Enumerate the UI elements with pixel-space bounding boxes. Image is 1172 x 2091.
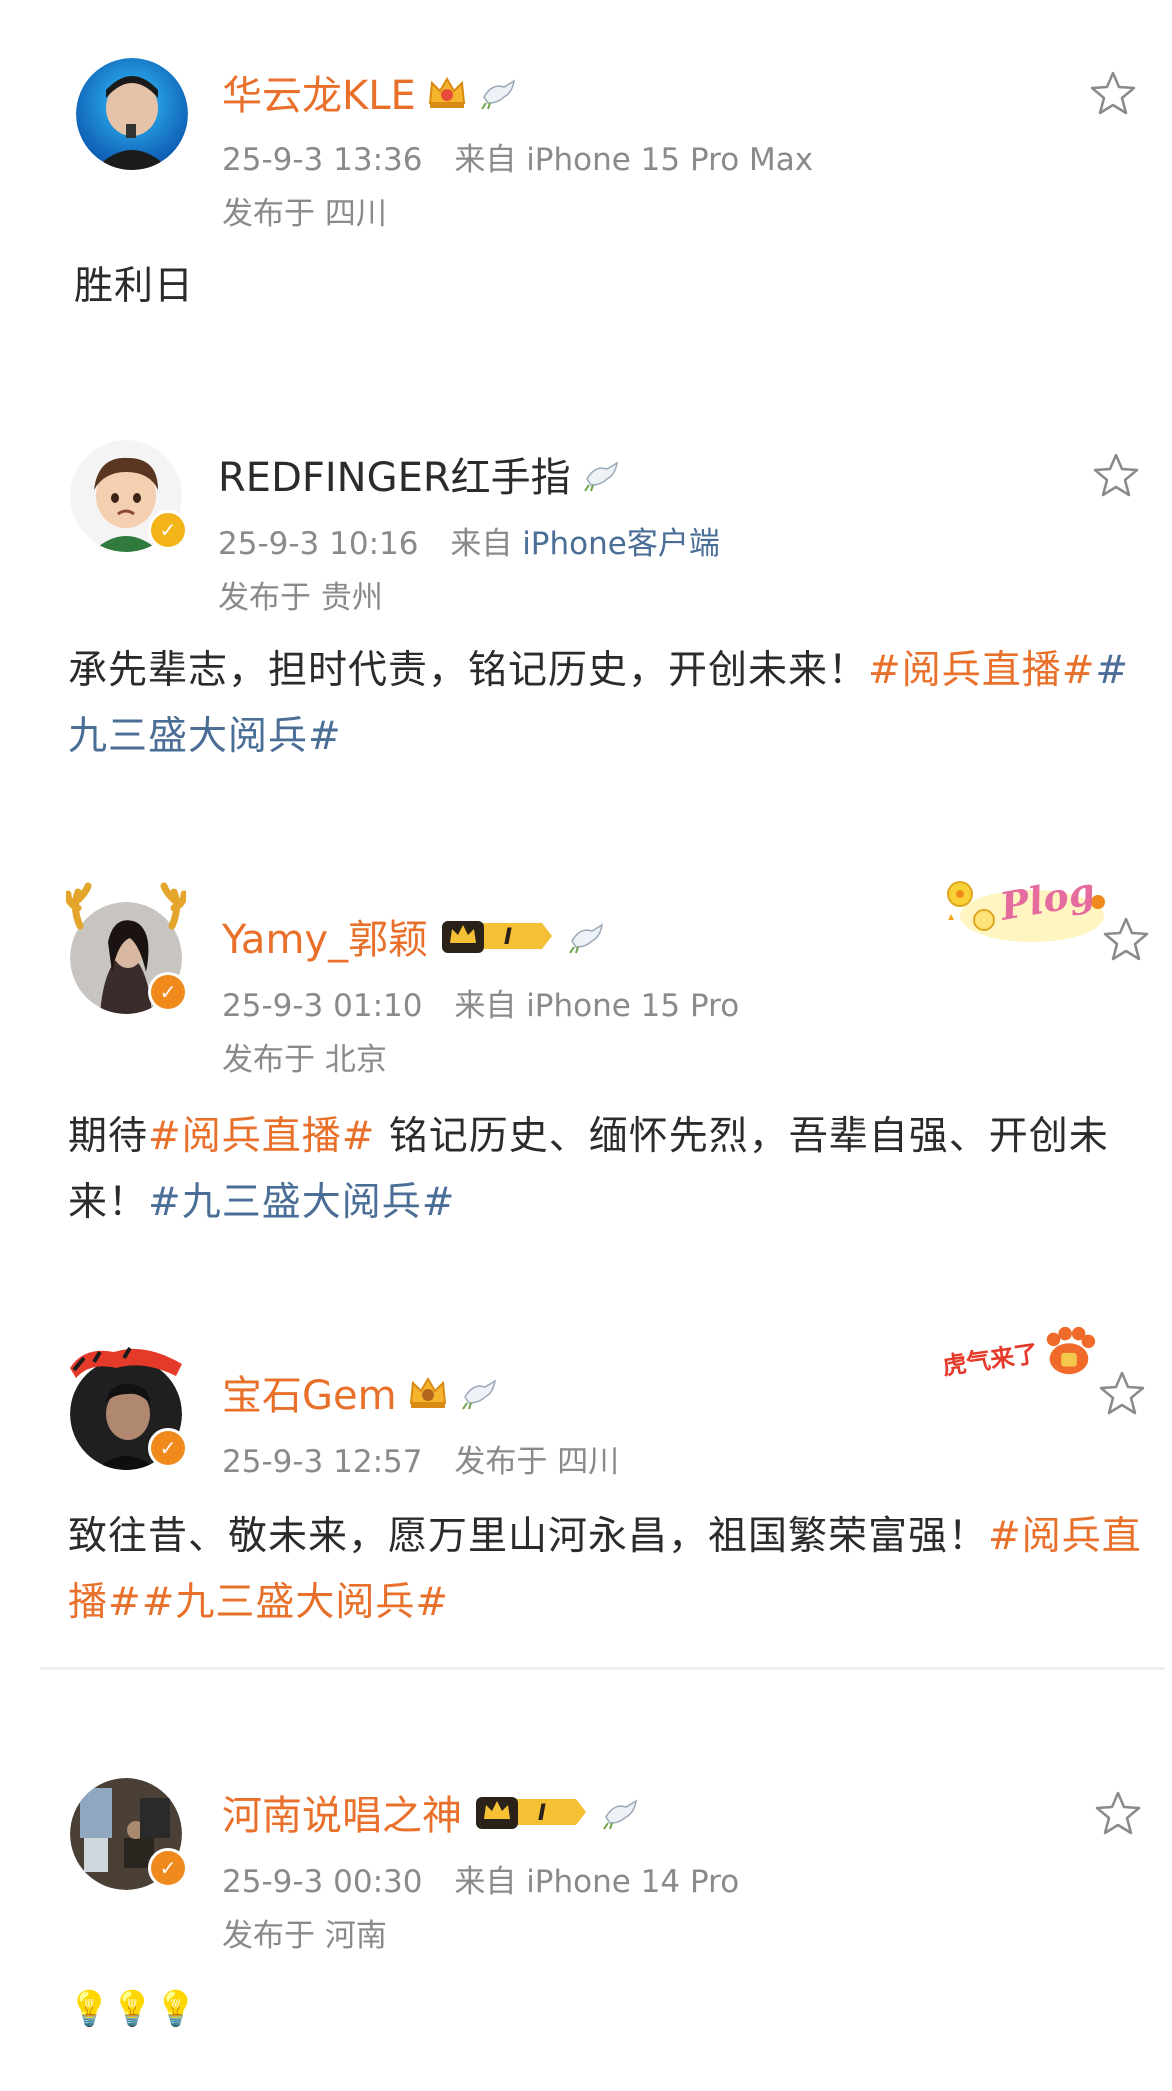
location-prefix: 发布于 (222, 1042, 315, 1078)
source-prefix: 来自 (454, 1864, 517, 1900)
topic-link[interactable]: #阅兵直播# (868, 648, 1095, 693)
tiger-sticker: 虎气来了 (940, 1322, 1100, 1386)
post-text: 致往昔、敬未来，愿万里山河永昌，祖国繁荣富强！ (68, 1514, 989, 1559)
star-icon[interactable] (1100, 914, 1152, 966)
post-time: 25-9-3 10:16 (218, 526, 419, 562)
divider (40, 1667, 1165, 1670)
verified-icon: ✓ (148, 972, 188, 1012)
user-row-3: Yamy_郭颖 I (222, 906, 608, 966)
user-row-1: 华云龙KLE (222, 62, 520, 122)
sticker-text: 虎气来了 (940, 1339, 1040, 1381)
crown-badge-icon[interactable] (407, 1373, 449, 1411)
post-location-3: 发布于 北京 (222, 1034, 387, 1079)
avatar-5[interactable]: ✓ (70, 1778, 188, 1890)
post-source: iPhone 15 Pro (526, 988, 740, 1024)
vip-level: I (538, 1801, 546, 1826)
plog-sticker: Plog (940, 868, 1110, 948)
topic-link[interactable]: #九三盛大阅兵# (148, 1180, 455, 1225)
star-icon[interactable] (1096, 1368, 1148, 1420)
star-icon[interactable] (1090, 450, 1142, 502)
star-icon[interactable] (1087, 68, 1139, 120)
source-prefix: 来自 (454, 142, 517, 178)
location-prefix: 发布于 (454, 1444, 548, 1480)
user-row-5: 河南说唱之神 I (222, 1782, 642, 1842)
verified-icon: ✓ (148, 1428, 188, 1468)
avatar-1[interactable] (76, 58, 188, 170)
star-icon[interactable] (1092, 1788, 1144, 1840)
topic-link[interactable]: #阅兵直播# (148, 1114, 375, 1159)
location: 河南 (324, 1918, 387, 1954)
location: 四川 (324, 196, 387, 232)
verified-icon: ✓ (148, 1848, 188, 1888)
username[interactable]: 宝石Gem (222, 1363, 397, 1421)
dove-badge-icon[interactable] (600, 1793, 642, 1831)
post-text: 胜利日 (74, 264, 195, 309)
dove-badge-icon[interactable] (459, 1373, 501, 1411)
vip-level: I (504, 925, 512, 950)
verified-icon: ✓ (148, 510, 188, 550)
post-text: 承先辈志，担时代责，铭记历史，开创未来！ (68, 648, 869, 693)
username[interactable]: 河南说唱之神 (222, 1783, 462, 1841)
post-meta-4: 25-9-3 12:57 发布于 四川 (222, 1436, 619, 1481)
antler-decoration-icon (66, 882, 186, 930)
post-source: iPhone 14 Pro (526, 1864, 740, 1900)
username[interactable]: Yamy_郭颖 (222, 907, 428, 965)
avatar-4[interactable]: ✓ (70, 1346, 188, 1470)
dove-badge-icon[interactable] (478, 73, 520, 111)
post-text: 期待 (68, 1114, 149, 1159)
post-time: 25-9-3 00:30 (222, 1864, 423, 1900)
avatar-2[interactable]: ✓ (70, 440, 188, 552)
post-text-4: 致往昔、敬未来，愿万里山河永昌，祖国繁荣富强！#阅兵直播##九三盛大阅兵# (68, 1504, 1148, 1636)
post-text-1: 胜利日 (74, 254, 1154, 320)
user-row-2: REDFINGER红手指 (218, 444, 623, 504)
post-location-1: 发布于 四川 (222, 188, 387, 233)
post-text: 💡💡💡 (68, 1989, 199, 2029)
user-row-4: 宝石Gem (222, 1362, 501, 1422)
post-source-link[interactable]: iPhone客户端 (522, 526, 720, 562)
post-meta-3: 25-9-3 01:10 来自 iPhone 15 Pro (222, 980, 739, 1025)
post-time: 25-9-3 12:57 (222, 1444, 423, 1480)
vip-level-badge-icon[interactable]: I (472, 1791, 590, 1833)
post-meta-1: 25-9-3 13:36 来自 iPhone 15 Pro Max (222, 134, 813, 179)
post-text-5: 💡💡💡 (68, 1976, 1148, 2042)
location-prefix: 发布于 (222, 196, 315, 232)
post-location-5: 发布于 河南 (222, 1910, 387, 1955)
tiger-frame-decoration (64, 1338, 188, 1382)
username[interactable]: 华云龙KLE (222, 63, 416, 121)
location: 贵州 (320, 580, 383, 616)
post-meta-5: 25-9-3 00:30 来自 iPhone 14 Pro (222, 1856, 739, 1901)
post-text-2: 承先辈志，担时代责，铭记历史，开创未来！#阅兵直播##九三盛大阅兵# (68, 638, 1148, 770)
location-prefix: 发布于 (218, 580, 311, 616)
crown-badge-icon[interactable] (426, 73, 468, 111)
post-location-2: 发布于 贵州 (218, 572, 383, 617)
source-prefix: 来自 (450, 526, 513, 562)
post-time: 25-9-3 13:36 (222, 142, 423, 178)
username[interactable]: REDFINGER红手指 (218, 445, 571, 503)
vip-level-badge-icon[interactable]: I (438, 915, 556, 957)
post-time: 25-9-3 01:10 (222, 988, 423, 1024)
source-prefix: 来自 (454, 988, 517, 1024)
location: 四川 (557, 1444, 620, 1480)
topic-link[interactable]: #九三盛大阅兵# (142, 1580, 449, 1625)
dove-badge-icon[interactable] (581, 455, 623, 493)
post-source: iPhone 15 Pro Max (526, 142, 814, 178)
location-prefix: 发布于 (222, 1918, 315, 1954)
post-text-3: 期待#阅兵直播# 铭记历史、缅怀先烈，吾辈自强、开创未来！#九三盛大阅兵# (68, 1104, 1148, 1236)
post-meta-2: 25-9-3 10:16 来自 iPhone客户端 (218, 518, 720, 563)
location: 北京 (324, 1042, 387, 1078)
avatar-3[interactable]: ✓ (66, 882, 188, 1014)
dove-badge-icon[interactable] (566, 917, 608, 955)
